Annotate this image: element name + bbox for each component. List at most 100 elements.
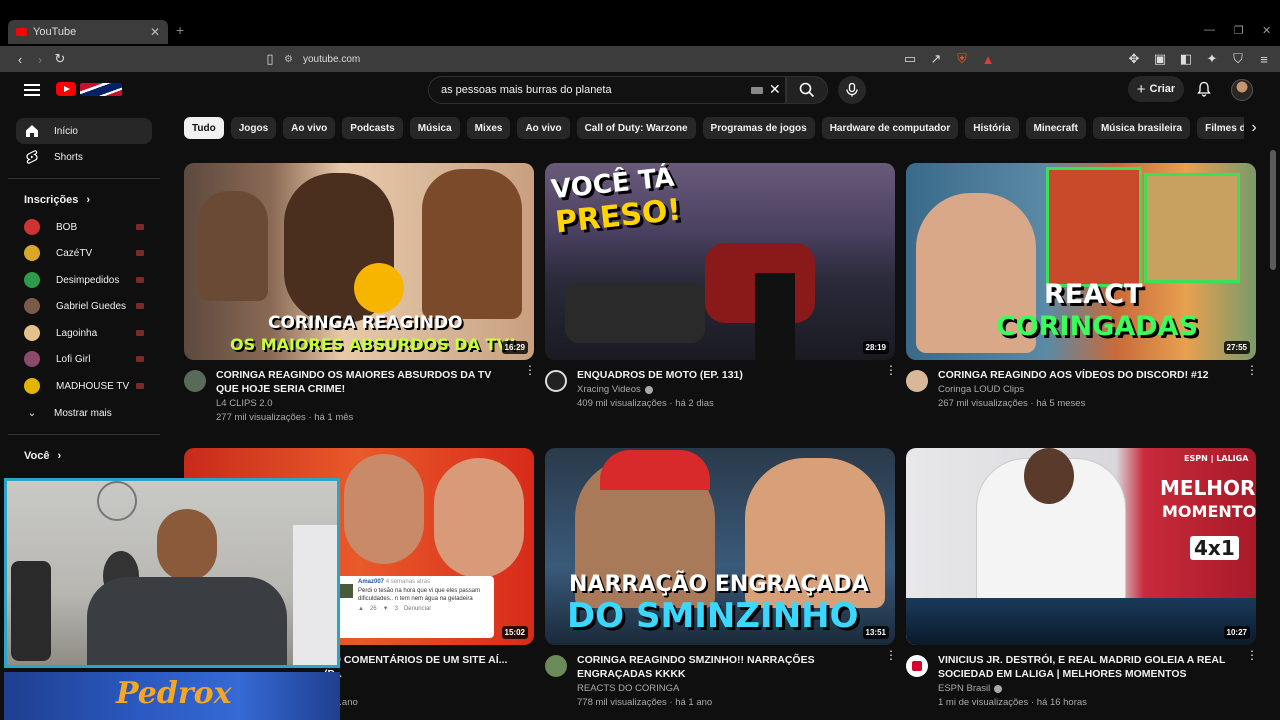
channel-avatar[interactable] (545, 655, 567, 677)
chair-shape (11, 561, 51, 661)
vpn-icon[interactable]: ⛉ (1228, 49, 1248, 69)
channel-avatar[interactable] (906, 655, 928, 677)
video-thumbnail[interactable]: VOCÊ TÁ PRESO! 28:19 (545, 163, 895, 360)
screenshot-icon[interactable]: ▭ (900, 49, 920, 69)
channel-name[interactable]: REACTS DO CORINGA (577, 683, 679, 694)
chip[interactable]: Ao vivo (283, 117, 336, 139)
video-card[interactable]: VOCÊ TÁ PRESO! 28:19 ENQUADROS DE MOTO (… (545, 163, 897, 428)
search-input[interactable]: as pessoas mais burras do planeta ✕ (428, 76, 786, 104)
forward-icon[interactable]: › (30, 49, 50, 69)
video-card[interactable]: CORINGA REAGINDO OS MAIORES ABSURDOS DA … (184, 163, 536, 428)
channel-avatar[interactable] (184, 370, 206, 392)
chip[interactable]: Mixes (466, 117, 511, 139)
wallet-icon[interactable]: ▣ (1150, 49, 1170, 69)
more-options-icon[interactable]: ⋮ (524, 364, 536, 376)
sidebar-item-subscription[interactable]: Lofi Girl (16, 346, 152, 372)
sidebar-item-shorts[interactable]: Shorts (16, 144, 152, 170)
channel-avatar[interactable] (906, 370, 928, 392)
address-bar[interactable]: ⚙ youtube.com (284, 49, 904, 69)
video-thumbnail[interactable]: CORINGA REAGINDO OS MAIORES ABSURDOS DA … (184, 163, 534, 360)
keyboard-icon[interactable] (751, 87, 763, 94)
restore-icon[interactable]: ❐ (1234, 24, 1244, 37)
video-thumbnail[interactable]: REACT CORINGADAS 27:55 (906, 163, 1256, 360)
extensions-icon[interactable]: ✥ (1124, 49, 1144, 69)
live-indicator-icon (136, 330, 144, 336)
sidebar-item-subscription[interactable]: Lagoinha (16, 320, 152, 346)
channel-name[interactable]: Xracing Videos (577, 384, 653, 395)
chip[interactable]: Ao vivo (517, 117, 570, 139)
video-title[interactable]: ...O COMENTÁRIOS DE UM SITE AÍ... (P... (324, 653, 524, 681)
create-button[interactable]: + Criar (1128, 76, 1184, 102)
notifications-button[interactable] (1194, 79, 1214, 99)
leo-icon[interactable]: ✦ (1202, 49, 1222, 69)
chip[interactable]: Jogos (230, 117, 277, 139)
video-thumbnail[interactable]: NARRAÇÃO ENGRAÇADA DO SMINZINHO 13:51 (545, 448, 895, 645)
channel-name[interactable]: Coringa LOUD Clips (938, 384, 1024, 395)
chip[interactable]: Call of Duty: Warzone (576, 117, 696, 139)
channel-avatar[interactable] (545, 370, 567, 392)
chip[interactable]: Música brasileira (1092, 117, 1191, 139)
you-header[interactable]: Você › (24, 450, 61, 462)
more-options-icon[interactable]: ⋮ (885, 364, 897, 376)
sidebar-item-subscription[interactable]: BOB (16, 214, 152, 240)
account-avatar[interactable] (1231, 79, 1253, 101)
chips-next-button[interactable]: › (1244, 117, 1264, 139)
show-more-button[interactable]: ⌄ Mostrar mais (16, 400, 152, 426)
brave-shield-icon[interactable]: ⛨ (952, 49, 972, 69)
chip[interactable]: Podcasts (342, 117, 403, 139)
video-title[interactable]: CORINGA REAGINDO OS MAIORES ABSURDOS DA … (216, 368, 514, 396)
bookmark-icon[interactable]: ▯ (260, 49, 280, 69)
video-card[interactable]: ESPN | LALIGA MELHORES MOMENTOS 4x1 10:2… (906, 448, 1258, 713)
channel-name[interactable]: ESPN Brasil (938, 683, 1003, 694)
rewards-icon[interactable]: ▲ (978, 49, 998, 69)
share-icon[interactable]: ↗ (926, 49, 946, 69)
hamburger-menu-icon[interactable] (24, 84, 40, 96)
live-indicator-icon (136, 250, 144, 256)
video-duration: 15:02 (501, 626, 528, 639)
video-thumbnail[interactable]: ESPN | LALIGA MELHORES MOMENTOS 4x1 10:2… (906, 448, 1256, 645)
video-stats: 267 mil visualizações · há 5 meses (938, 398, 1086, 409)
more-options-icon[interactable]: ⋮ (885, 649, 897, 661)
new-tab-icon[interactable]: + (176, 22, 184, 38)
chip-all[interactable]: Tudo (184, 117, 224, 139)
page-scrollbar[interactable] (1270, 110, 1278, 720)
chip[interactable]: Programas de jogos (702, 117, 815, 139)
minimize-icon[interactable]: — (1204, 24, 1215, 36)
youtube-logo-icon[interactable] (56, 82, 76, 96)
sidebar-item-subscription[interactable]: Desimpedidos (16, 267, 152, 293)
search-button[interactable] (786, 76, 828, 104)
sidebar-item-home[interactable]: Início (16, 118, 152, 144)
video-meta: CORINGA REAGINDO SMZINHO!! NARRAÇÕES ENG… (545, 649, 897, 713)
reload-icon[interactable]: ↻ (50, 49, 70, 69)
clear-search-icon[interactable]: ✕ (769, 81, 781, 98)
menu-icon[interactable]: ≡ (1254, 49, 1274, 69)
channel-name-text: ESPN Brasil (938, 683, 991, 694)
channel-name[interactable]: L4 CLIPS 2.0 (216, 398, 273, 409)
more-options-icon[interactable]: ⋮ (1246, 649, 1258, 661)
site-settings-icon[interactable]: ⚙ (284, 54, 293, 65)
browser-tab-youtube[interactable]: YouTube ✕ (8, 20, 168, 44)
video-title[interactable]: ENQUADROS DE MOTO (EP. 131) (577, 368, 875, 382)
bell-icon (1197, 81, 1211, 97)
video-card[interactable]: REACT CORINGADAS 27:55 CORINGA REAGINDO … (906, 163, 1258, 428)
chip[interactable]: História (965, 117, 1019, 139)
voice-search-button[interactable] (838, 76, 866, 104)
chip[interactable]: Hardware de computador (821, 117, 959, 139)
thumbnail-text: DO SMINZINHO (567, 596, 859, 636)
sidebar-item-subscription[interactable]: CazéTV (16, 240, 152, 266)
sidebar-item-subscription[interactable]: MADHOUSE TV (16, 373, 152, 399)
chip[interactable]: Minecraft (1025, 117, 1086, 139)
video-card[interactable]: NARRAÇÃO ENGRAÇADA DO SMINZINHO 13:51 CO… (545, 448, 897, 713)
window-close-icon[interactable]: ✕ (1262, 24, 1271, 37)
back-icon[interactable]: ‹ (10, 49, 30, 69)
sidebar-item-subscription[interactable]: Gabriel Guedes (16, 293, 152, 319)
scrollbar-thumb[interactable] (1270, 150, 1276, 270)
subscriptions-header[interactable]: Inscrições › (24, 194, 90, 206)
sidebar-toggle-icon[interactable]: ◧ (1176, 49, 1196, 69)
tab-close-icon[interactable]: ✕ (150, 25, 160, 39)
video-title[interactable]: CORINGA REAGINDO SMZINHO!! NARRAÇÕES ENG… (577, 653, 875, 681)
video-title[interactable]: VINICIUS JR. DESTRÓI, E REAL MADRID GOLE… (938, 653, 1236, 681)
chip[interactable]: Música (409, 117, 460, 139)
more-options-icon[interactable]: ⋮ (1246, 364, 1258, 376)
video-title[interactable]: CORINGA REAGINDO AOS VÍDEOS DO DISCORD! … (938, 368, 1236, 382)
